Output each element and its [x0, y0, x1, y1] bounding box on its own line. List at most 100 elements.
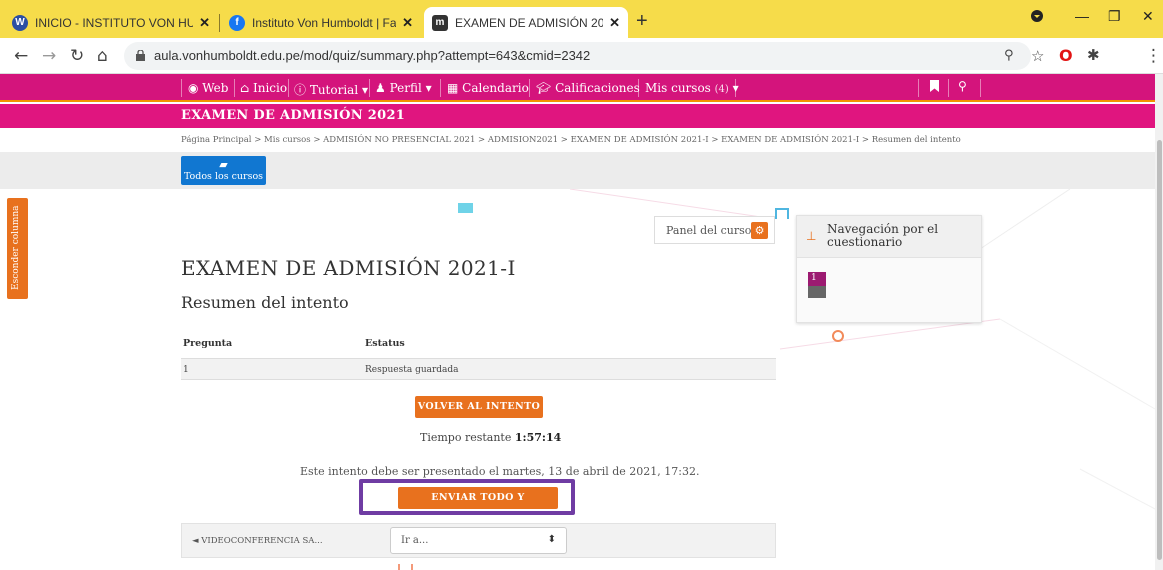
time-remaining: Tiempo restante 1:57:14 — [420, 431, 561, 444]
tab-exam-active[interactable]: m EXAMEN DE ADMISIÓN 2021-I: R ✕ — [424, 7, 628, 38]
tab-title: INICIO - INSTITUTO VON HUMBOL — [35, 15, 194, 30]
nav-inicio[interactable]: ⌂ Inicio — [240, 81, 287, 95]
nav-divider — [181, 79, 182, 97]
page-subtitle: Resumen del intento — [181, 293, 349, 312]
profile-menu-icon[interactable] — [1030, 9, 1044, 26]
quiz-navigation-header: ⊥ Navegación por el cuestionario — [797, 216, 981, 258]
nav-calendario-label: Calendario — [462, 81, 529, 95]
nav-tutorial[interactable]: ⓘ Tutorial ▾ — [294, 81, 368, 98]
book-icon: ▰ — [219, 158, 228, 171]
time-remaining-value: 1:57:14 — [514, 431, 562, 444]
nav-tutorial-label: Tutorial — [309, 83, 359, 97]
breadcrumb: Página Principal > Mis cursos > ADMISIÓN… — [0, 128, 1163, 152]
close-tab-icon[interactable]: ✕ — [199, 15, 210, 31]
chrome-menu-icon[interactable]: ⋮ — [1145, 46, 1162, 66]
forward-icon[interactable]: → — [42, 46, 56, 66]
search-icon[interactable]: ⚲ — [958, 79, 967, 93]
address-bar[interactable]: aula.vonhumboldt.edu.pe/mod/quiz/summary… — [124, 42, 1031, 70]
submit-all-and-finish-button[interactable]: ENVIAR TODO Y TERMINAR — [398, 487, 558, 525]
minimize-icon[interactable]: — — [1075, 8, 1089, 24]
facebook-icon: f — [229, 14, 245, 31]
nav-mis-cursos-label: Mis cursos — [645, 81, 711, 95]
nav-calendario[interactable]: ▦ Calendario — [447, 81, 529, 95]
tab-divider — [219, 14, 220, 32]
opera-extension-icon[interactable]: O — [1059, 46, 1073, 65]
tab-title: EXAMEN DE ADMISIÓN 2021-I: R — [455, 15, 604, 30]
site-brand-bar: EXAMEN DE ADMISIÓN 2021 — [0, 104, 1163, 128]
nav-divider — [288, 79, 289, 97]
jump-to-value: Ir a... — [401, 535, 429, 546]
window-close-icon[interactable]: ✕ — [1142, 8, 1154, 25]
course-panel-label: Panel del curso — [666, 224, 752, 237]
hide-column-button[interactable]: Esconder columna — [7, 198, 28, 299]
tab-facebook[interactable]: f Instituto Von Humboldt | Facebo ✕ — [221, 7, 421, 38]
nav-divider — [948, 79, 949, 97]
scrollbar-thumb[interactable] — [1157, 140, 1162, 560]
browser-tab-strip: W INICIO - INSTITUTO VON HUMBOL ✕ f Inst… — [0, 0, 1163, 38]
column-header-question: Pregunta — [183, 338, 233, 349]
nav-divider — [369, 79, 370, 97]
close-tab-icon[interactable]: ✕ — [402, 15, 413, 31]
jump-to-select[interactable]: Ir a... ⬍ — [390, 527, 567, 554]
back-icon[interactable]: ← — [14, 46, 28, 66]
moodle-icon: m — [432, 14, 448, 31]
nav-divider — [638, 79, 639, 97]
breadcrumb-text[interactable]: Página Principal > Mis cursos > ADMISIÓN… — [181, 135, 961, 145]
von-humboldt-favicon-icon: W — [12, 14, 28, 31]
question-nav-status — [808, 286, 826, 298]
nav-divider — [918, 79, 919, 97]
nav-perfil-label: Perfil — [389, 81, 422, 95]
question-nav-button[interactable]: 1 — [808, 272, 826, 298]
new-tab-button[interactable]: + — [636, 10, 648, 33]
bookmark-star-icon[interactable]: ☆ — [1031, 47, 1044, 65]
course-panel-button[interactable]: Panel del curso ⚙ — [654, 216, 775, 244]
tab-title: Instituto Von Humboldt | Facebo — [252, 15, 397, 30]
due-date-note: Este intento debe ser presentado el mart… — [300, 465, 700, 478]
previous-activity-link[interactable]: ◄ VIDEOCONFERENCIA SA... — [192, 536, 323, 546]
bookmark-icon[interactable] — [930, 80, 939, 95]
url-text: aula.vonhumboldt.edu.pe/mod/quiz/summary… — [154, 48, 591, 63]
nav-perfil[interactable]: ♟ Perfil ▾ — [375, 81, 432, 95]
maximize-icon[interactable]: ❐ — [1108, 8, 1121, 25]
question-number[interactable]: 1 — [183, 365, 189, 375]
return-to-attempt-button[interactable]: VOLVER AL INTENTO — [415, 396, 543, 418]
extensions-puzzle-icon[interactable]: ✱ — [1087, 46, 1100, 64]
nav-divider — [735, 79, 736, 97]
nav-mis-cursos[interactable]: Mis cursos (4) ▾ — [645, 81, 739, 95]
hide-column-label: Esconder columna — [11, 205, 21, 290]
question-status: Respuesta guardada — [365, 365, 459, 375]
nav-divider — [980, 79, 981, 97]
all-courses-label: Todos los cursos — [183, 171, 264, 182]
quiz-navigation-block: ⊥ Navegación por el cuestionario 1 — [796, 215, 982, 323]
nav-calificaciones-label: Calificaciones — [555, 81, 640, 95]
nav-web[interactable]: ◉ Web — [188, 81, 228, 95]
nav-divider — [529, 79, 530, 97]
quiz-navigation-title: Navegación por el cuestionario — [827, 222, 939, 249]
nav-divider — [440, 79, 441, 97]
nav-web-label: Web — [202, 81, 229, 95]
reload-icon[interactable]: ↻ — [70, 46, 84, 66]
site-brand-title[interactable]: EXAMEN DE ADMISIÓN 2021 — [181, 108, 405, 123]
question-nav-number: 1 — [808, 272, 826, 286]
select-arrows-icon: ⬍ — [547, 534, 556, 545]
site-top-navigation: ◉ Web ⌂ Inicio ⓘ Tutorial ▾ ♟ Perfil ▾ ▦… — [0, 74, 1163, 102]
nav-divider — [234, 79, 235, 97]
browser-toolbar: ← → ↻ ⌂ aula.vonhumboldt.edu.pe/mod/quiz… — [0, 38, 1163, 102]
course-count: (4) — [714, 84, 729, 95]
close-tab-icon[interactable]: ✕ — [609, 15, 620, 31]
column-header-status: Estatus — [365, 338, 405, 349]
course-bar: ▰ Todos los cursos — [0, 152, 1163, 189]
pin-icon[interactable]: ⊥ — [806, 229, 816, 243]
tab-instituto-inicio[interactable]: W INICIO - INSTITUTO VON HUMBOL ✕ — [4, 7, 218, 38]
gear-icon[interactable]: ⚙ — [751, 222, 768, 239]
home-icon[interactable]: ⌂ — [97, 46, 108, 66]
time-remaining-label: Tiempo restante — [420, 431, 512, 444]
nav-inicio-label: Inicio — [252, 81, 288, 95]
page-title: EXAMEN DE ADMISIÓN 2021-I — [181, 256, 516, 280]
table-row[interactable]: 1 Respuesta guardada — [181, 358, 776, 380]
activity-navigation: ◄ VIDEOCONFERENCIA SA... Ir a... ⬍ — [181, 523, 776, 558]
nav-calificaciones[interactable]: 🎓︎ Calificaciones — [536, 81, 640, 95]
all-courses-button[interactable]: ▰ Todos los cursos — [181, 156, 266, 185]
lock-icon — [136, 50, 145, 61]
zoom-icon[interactable]: ⚲ — [1004, 48, 1014, 63]
